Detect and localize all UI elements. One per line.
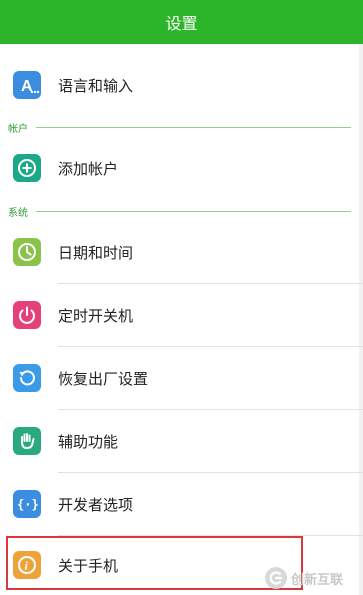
settings-item-label: 日期和时间 bbox=[58, 243, 134, 262]
settings-item-label: 恢复出厂设置 bbox=[58, 369, 149, 388]
settings-item-datetime[interactable]: 日期和时间 bbox=[0, 221, 363, 283]
hand-icon bbox=[13, 427, 41, 455]
page-title: 设置 bbox=[165, 14, 198, 33]
add-circle-icon bbox=[13, 154, 41, 182]
restore-icon bbox=[13, 364, 41, 392]
settings-item-label: 定时开关机 bbox=[58, 306, 134, 325]
settings-item-developer[interactable]: {·} 开发者选项 bbox=[0, 473, 363, 535]
settings-item-label: 添加帐户 bbox=[58, 159, 119, 178]
settings-item-label: 开发者选项 bbox=[58, 495, 134, 514]
power-icon bbox=[13, 301, 41, 329]
settings-item-label: 辅助功能 bbox=[58, 432, 119, 451]
highlight-box bbox=[6, 536, 303, 590]
watermark-text: 创新互联 bbox=[291, 572, 344, 588]
section-label: 系统 bbox=[8, 207, 28, 219]
brand-logo-icon bbox=[265, 567, 287, 589]
svg-text:{·}: {·} bbox=[17, 498, 39, 512]
section-header-system: 系统 bbox=[0, 201, 363, 221]
settings-item-power-schedule[interactable]: 定时开关机 bbox=[0, 284, 363, 346]
settings-item-language[interactable]: A 语言和输入 bbox=[0, 54, 363, 116]
clock-icon bbox=[13, 238, 41, 266]
language-icon: A bbox=[13, 71, 41, 99]
settings-item-factory-reset[interactable]: 恢复出厂设置 bbox=[0, 347, 363, 409]
code-braces-icon: {·} bbox=[13, 490, 41, 518]
settings-item-accessibility[interactable]: 辅助功能 bbox=[0, 410, 363, 472]
section-divider bbox=[36, 210, 351, 212]
settings-item-add-account[interactable]: 添加帐户 bbox=[0, 137, 363, 199]
watermark: 创新互联 bbox=[265, 565, 361, 591]
section-header-account: 帐户 bbox=[0, 117, 363, 137]
section-divider bbox=[36, 126, 351, 128]
app-header: 设置 bbox=[0, 0, 363, 44]
section-label: 帐户 bbox=[8, 123, 28, 135]
settings-item-label: 语言和输入 bbox=[58, 76, 134, 95]
